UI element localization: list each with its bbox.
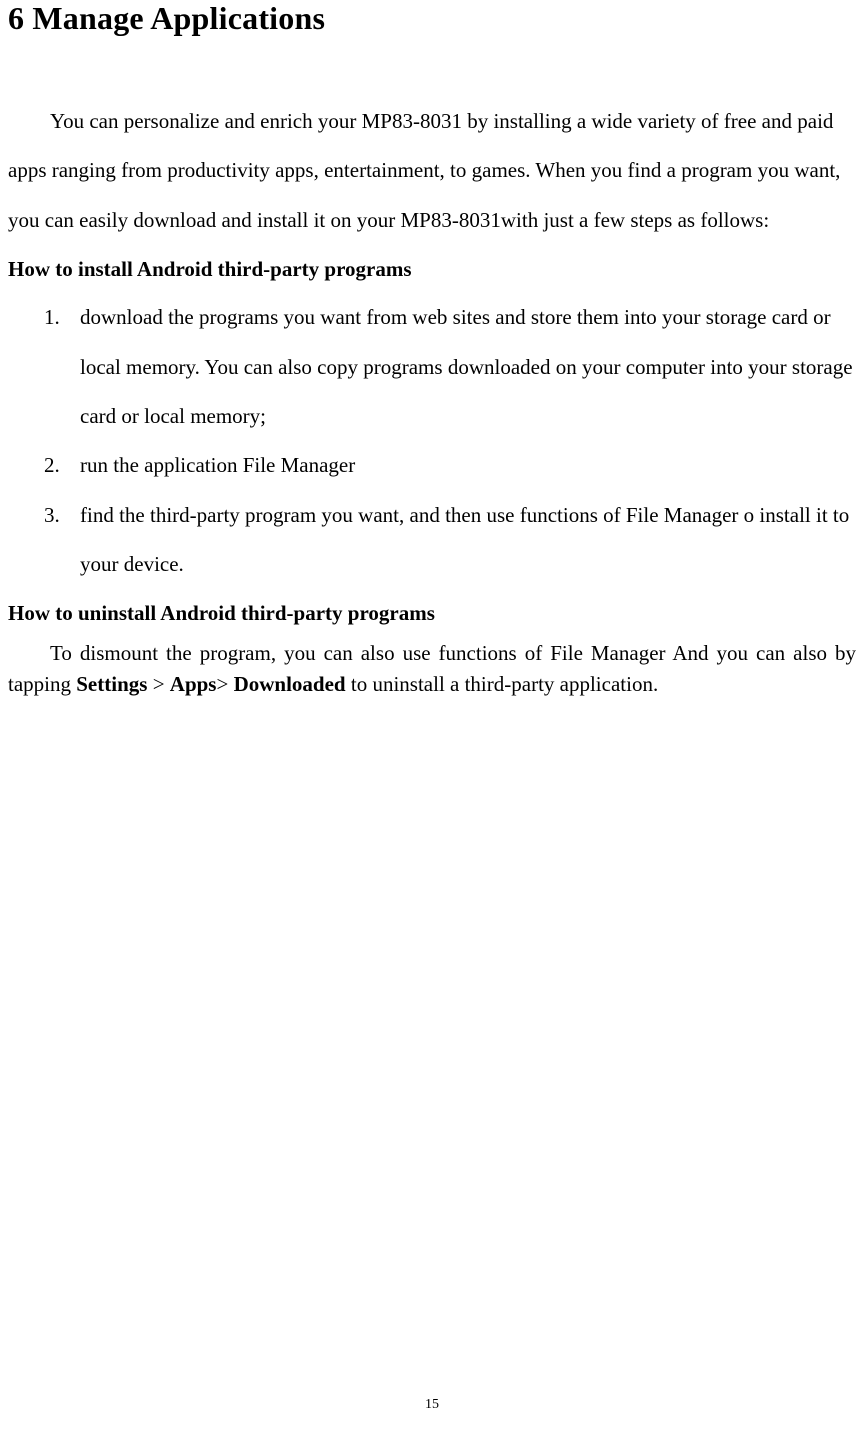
install-heading: How to install Android third-party progr… [8,245,856,293]
uninstall-paragraph: To dismount the program, you can also us… [8,638,856,701]
step-text: find the third-party program you want, a… [80,503,849,576]
list-item: 1. download the programs you want from w… [44,293,856,441]
step-number: 2. [44,441,60,490]
intro-paragraph: You can personalize and enrich your MP83… [8,97,856,245]
install-steps-list: 1. download the programs you want from w… [8,293,856,589]
breadcrumb-separator: > [216,672,233,696]
uninstall-text-part: to uninstall a third-party application. [346,672,659,696]
step-text: download the programs you want from web … [80,305,853,428]
list-item: 3. find the third-party program you want… [44,491,856,590]
apps-bold: Apps [170,672,217,696]
step-number: 1. [44,293,60,342]
step-text: run the application File Manager [80,453,355,477]
step-number: 3. [44,491,60,540]
page-number: 15 [0,1397,864,1413]
settings-bold: Settings [76,672,147,696]
uninstall-heading: How to uninstall Android third-party pro… [8,589,856,637]
page-title: 6 Manage Applications [8,0,856,37]
breadcrumb-separator: > [147,672,169,696]
downloaded-bold: Downloaded [234,672,346,696]
list-item: 2. run the application File Manager [44,441,856,490]
